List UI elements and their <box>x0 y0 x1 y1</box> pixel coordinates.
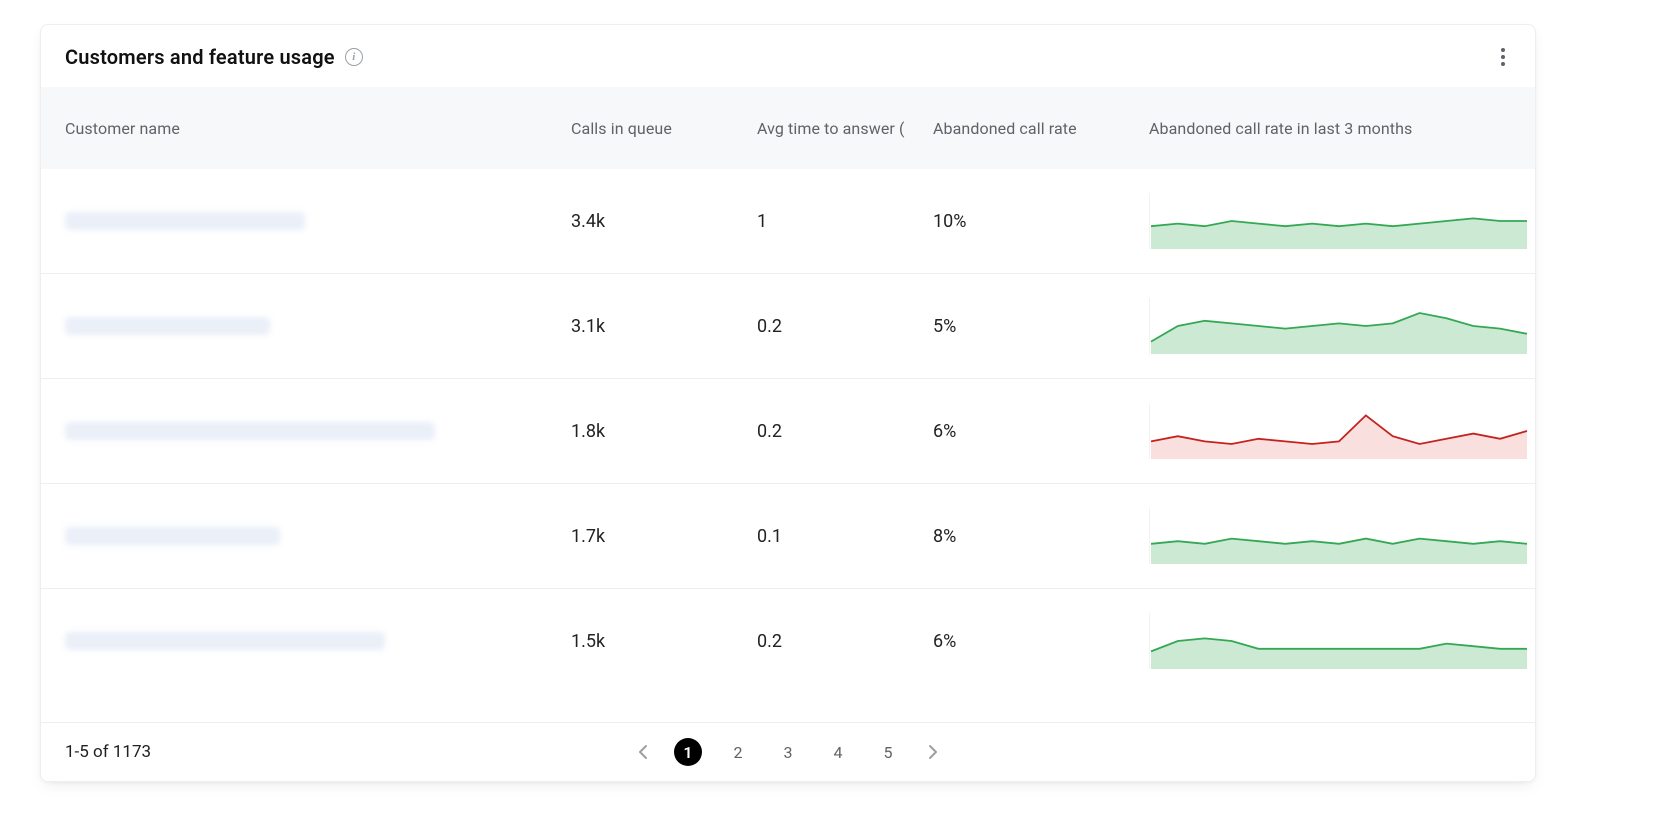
info-icon[interactable] <box>345 48 363 66</box>
pagination-page-1[interactable]: 1 <box>674 738 702 766</box>
cell-abandoned-rate: 6% <box>933 421 1149 442</box>
cell-abandoned-rate: 8% <box>933 526 1149 547</box>
table-footer: 1-5 of 1173 12345 <box>41 722 1535 781</box>
table-header-row: Customer name Calls in queue Avg time to… <box>41 87 1535 169</box>
column-header-calls-in-queue[interactable]: Calls in queue <box>571 119 757 138</box>
pagination: 12345 <box>634 738 942 766</box>
redacted-customer-name <box>65 632 385 650</box>
pagination-page-2[interactable]: 2 <box>724 738 752 766</box>
pagination-page-3[interactable]: 3 <box>774 738 802 766</box>
pagination-page-4[interactable]: 4 <box>824 738 852 766</box>
table-row[interactable]: 1.5k 0.2 6% <box>41 589 1535 693</box>
table-body: 3.4k 1 10% 3.1k 0.2 5% 1.8k 0.2 6% <box>41 169 1535 693</box>
cell-calls-in-queue: 1.7k <box>571 526 757 547</box>
column-header-customer-name[interactable]: Customer name <box>65 119 571 138</box>
cell-avg-time: 0.2 <box>757 316 933 337</box>
cell-avg-time: 1 <box>757 211 933 232</box>
table-row[interactable]: 1.8k 0.2 6% <box>41 379 1535 484</box>
cell-customer-name[interactable] <box>65 632 571 650</box>
cell-customer-name[interactable] <box>65 317 571 335</box>
cell-rate-trend <box>1149 613 1511 669</box>
pagination-range-text: 1-5 of 1173 <box>65 742 151 762</box>
redacted-customer-name <box>65 317 270 335</box>
cell-rate-trend <box>1149 298 1511 354</box>
more-menu-button[interactable] <box>1491 45 1515 69</box>
cell-rate-trend <box>1149 403 1511 459</box>
pagination-next-icon[interactable] <box>924 743 942 761</box>
redacted-customer-name <box>65 212 305 230</box>
sparkline-green <box>1149 298 1529 354</box>
cell-abandoned-rate: 5% <box>933 316 1149 337</box>
cell-calls-in-queue: 3.4k <box>571 211 757 232</box>
customers-usage-card: Customers and feature usage Customer nam… <box>40 24 1536 782</box>
sparkline-green <box>1149 193 1529 249</box>
table-row[interactable]: 3.1k 0.2 5% <box>41 274 1535 379</box>
cell-abandoned-rate: 6% <box>933 631 1149 652</box>
cell-customer-name[interactable] <box>65 527 571 545</box>
table-row[interactable]: 1.7k 0.1 8% <box>41 484 1535 589</box>
sparkline-green <box>1149 613 1529 669</box>
redacted-customer-name <box>65 422 435 440</box>
cell-calls-in-queue: 1.5k <box>571 631 757 652</box>
sparkline-red <box>1149 403 1529 459</box>
cell-customer-name[interactable] <box>65 212 571 230</box>
redacted-customer-name <box>65 527 280 545</box>
cell-rate-trend <box>1149 193 1511 249</box>
cell-avg-time: 0.2 <box>757 631 933 652</box>
cell-customer-name[interactable] <box>65 422 571 440</box>
cell-rate-trend <box>1149 508 1511 564</box>
pagination-page-5[interactable]: 5 <box>874 738 902 766</box>
card-header: Customers and feature usage <box>41 25 1535 87</box>
cell-abandoned-rate: 10% <box>933 211 1149 232</box>
pagination-prev-icon[interactable] <box>634 743 652 761</box>
card-title: Customers and feature usage <box>65 45 335 69</box>
cell-calls-in-queue: 1.8k <box>571 421 757 442</box>
column-header-abandoned-rate[interactable]: Abandoned call rate <box>933 119 1149 138</box>
cell-calls-in-queue: 3.1k <box>571 316 757 337</box>
cell-avg-time: 0.2 <box>757 421 933 442</box>
column-header-avg-time[interactable]: Avg time to answer ( <box>757 119 933 138</box>
table-row[interactable]: 3.4k 1 10% <box>41 169 1535 274</box>
column-header-rate-trend[interactable]: Abandoned call rate in last 3 months <box>1149 119 1511 138</box>
cell-avg-time: 0.1 <box>757 526 933 547</box>
sparkline-green <box>1149 508 1529 564</box>
